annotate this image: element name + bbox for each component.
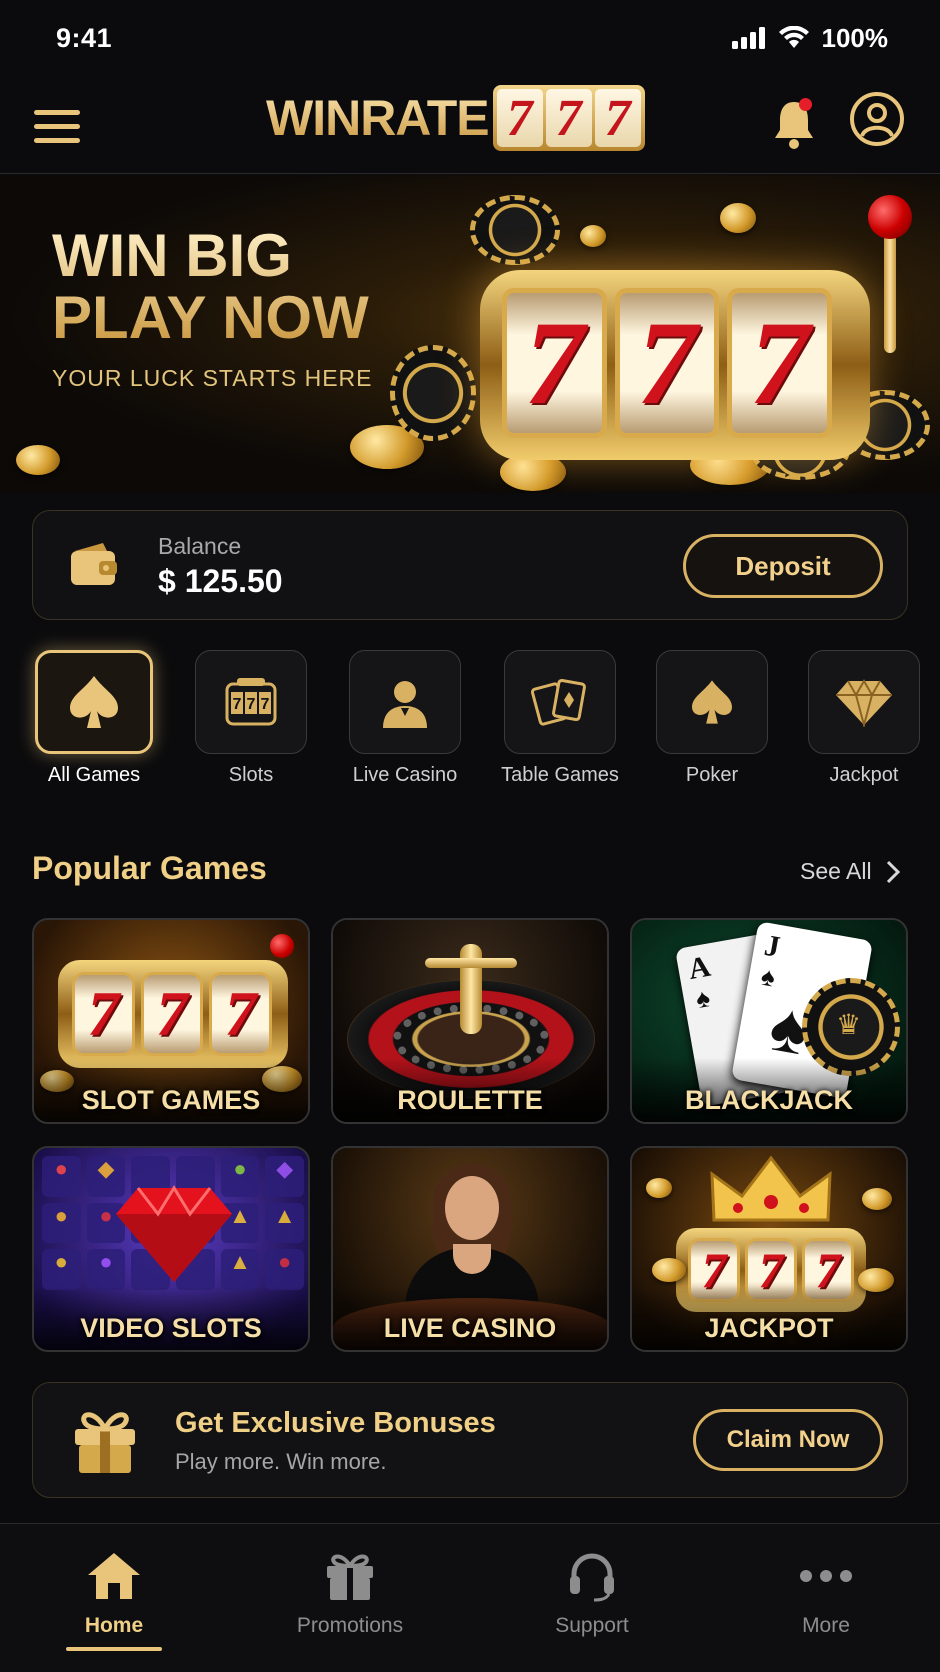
nav-label: Support (555, 1614, 629, 1637)
gift-icon (327, 1554, 373, 1600)
logo-text: WINRATE (266, 90, 490, 146)
notification-dot (799, 98, 812, 111)
active-tab-indicator (66, 1647, 162, 1651)
game-card-jackpot[interactable]: 7 7 7 JACKPOT (630, 1146, 908, 1352)
nav-support[interactable]: Support (492, 1548, 692, 1638)
lever-ball (868, 195, 912, 239)
dealer-icon (383, 681, 427, 728)
game-card-video-slots[interactable]: ● ◆ ● ◆ ● ● ▲ ▲ ● ● ▲ ● VIDEO SLOTS (32, 1146, 310, 1352)
slot-machine-image: 7 7 7 (480, 270, 870, 460)
category-all-games[interactable]: All Games (24, 650, 164, 787)
logo-digit: 7 (496, 89, 543, 147)
svg-text:7: 7 (233, 696, 242, 713)
category-jackpot[interactable]: Jackpot (794, 650, 934, 787)
reel: 7 (502, 288, 607, 438)
hero-title: WIN BIG PLAY NOW (52, 225, 369, 349)
game-label: BLACKJACK (685, 1085, 853, 1115)
game-label: SLOT GAMES (81, 1085, 261, 1115)
category-table-games[interactable]: Table Games (490, 650, 630, 787)
diamond-icon (836, 678, 892, 727)
status-icons: 100% (731, 22, 889, 54)
category-bar: All Games 7 7 7 Slots Live Casino Table … (0, 650, 940, 790)
hero-banner[interactable]: WIN BIG PLAY NOW YOUR LUCK STARTS HERE 7… (0, 175, 940, 493)
game-label: VIDEO SLOTS (80, 1313, 262, 1343)
category-label: Live Casino (352, 764, 458, 786)
nav-label: More (802, 1614, 850, 1637)
battery-percent: 100% (821, 22, 889, 53)
nav-label: Home (84, 1614, 144, 1637)
see-all-label: See All (800, 858, 872, 884)
cards-icon (530, 678, 586, 726)
bonus-banner[interactable]: Get Exclusive Bonuses Play more. Win mor… (32, 1382, 908, 1498)
game-card-live-casino[interactable]: LIVE CASINO (331, 1146, 609, 1352)
slot-machine-icon: 7 7 7 (225, 678, 277, 726)
balance-card: Balance $ 125.50 Deposit (32, 510, 908, 620)
wifi-icon (778, 26, 809, 48)
category-poker[interactable]: Poker (642, 650, 782, 787)
game-card-blackjack[interactable]: A ♠ J ♠ ♠ ♛ BLACKJACK (630, 918, 908, 1124)
hero-title-line1: WIN BIG (52, 222, 292, 289)
spade-icon (692, 680, 732, 724)
claim-now-button[interactable]: Claim Now (693, 1409, 883, 1471)
svg-text:7: 7 (261, 696, 270, 713)
balance-value: $ 125.50 (158, 563, 283, 599)
nav-home[interactable]: Home (14, 1548, 214, 1638)
app-logo: WINRATE 7 7 7 (266, 82, 645, 154)
status-time: 9:41 (56, 22, 113, 53)
status-bar: 9:41 100% (0, 0, 940, 76)
game-card-roulette[interactable]: ROULETTE (331, 918, 609, 1124)
menu-icon[interactable] (34, 100, 86, 152)
gift-icon (75, 1412, 135, 1473)
chevron-right-icon (886, 860, 900, 883)
balance-label: Balance (158, 533, 242, 559)
logo-digit: 7 (594, 89, 641, 147)
category-slots[interactable]: 7 7 7 Slots (181, 650, 321, 787)
hero-title-line2: PLAY NOW (52, 284, 369, 351)
game-label: ROULETTE (397, 1085, 543, 1115)
logo-digits: 7 7 7 (492, 85, 645, 151)
popular-games-title: Popular Games (32, 850, 267, 886)
notification-bell-icon[interactable] (770, 96, 818, 152)
nav-label: Promotions (296, 1614, 404, 1637)
profile-icon[interactable] (850, 92, 904, 146)
reel: 7 (614, 288, 720, 438)
game-label: JACKPOT (704, 1313, 834, 1343)
game-card-slot-games[interactable]: 7 7 7 SLOT GAMES (32, 918, 310, 1124)
see-all-link[interactable]: See All (800, 858, 900, 885)
category-live-casino[interactable]: Live Casino (335, 650, 475, 787)
nav-more[interactable]: More (726, 1548, 926, 1638)
category-label: All Games (47, 764, 141, 786)
bonus-title: Get Exclusive Bonuses (175, 1407, 496, 1439)
bonus-subtitle: Play more. Win more. (175, 1449, 387, 1474)
nav-promotions[interactable]: Promotions (250, 1548, 450, 1638)
home-icon (88, 1553, 140, 1599)
svg-text:7: 7 (247, 696, 256, 713)
hero-subtitle: YOUR LUCK STARTS HERE (52, 365, 373, 391)
deposit-button[interactable]: Deposit (683, 534, 883, 598)
game-label: LIVE CASINO (383, 1313, 557, 1343)
signal-icon (731, 27, 765, 49)
headset-icon (570, 1553, 614, 1602)
spade-icon (70, 676, 118, 728)
reel: 7 (727, 288, 833, 438)
more-icon (800, 1570, 852, 1582)
category-label: Slots (228, 764, 274, 786)
category-label: Table Games (501, 764, 619, 786)
category-label: Poker (685, 764, 739, 786)
category-label: Jackpot (829, 764, 899, 786)
app-header: WINRATE 7 7 7 (0, 76, 940, 174)
logo-digit: 7 (545, 89, 592, 147)
wallet-icon (71, 543, 117, 585)
